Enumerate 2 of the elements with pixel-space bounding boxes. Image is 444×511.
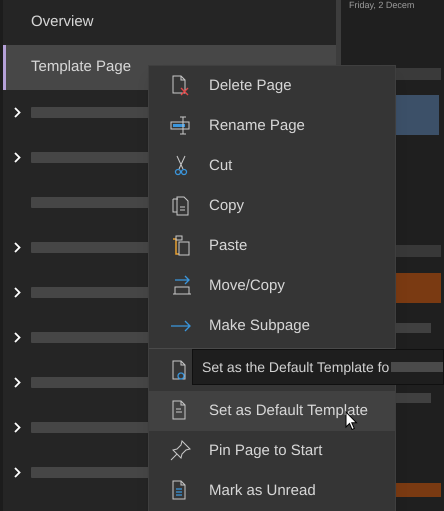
tooltip-text: Set as the Default Template fo: [202, 358, 390, 377]
page-date: Friday, 2 Decem: [348, 0, 416, 10]
